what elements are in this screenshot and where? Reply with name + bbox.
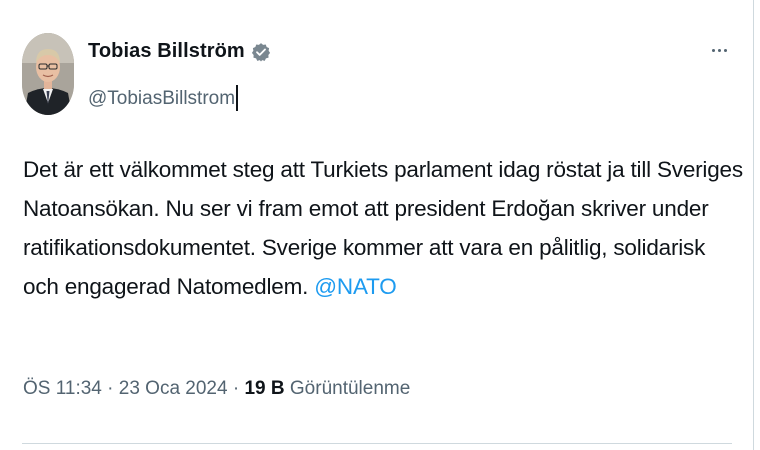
meta-separator: · xyxy=(232,378,240,399)
tweet-text: Det är ett välkommet steg att Turkiets p… xyxy=(23,150,748,306)
views-label: Görüntülenme xyxy=(289,378,411,399)
author-name-row: Tobias Billström xyxy=(88,40,271,63)
divider xyxy=(22,443,732,444)
verified-badge-icon[interactable] xyxy=(251,42,271,62)
more-dot xyxy=(717,48,721,52)
author-display-name[interactable]: Tobias Billström xyxy=(88,40,245,63)
meta-separator: · xyxy=(107,378,114,399)
views-count[interactable]: 19 B xyxy=(244,378,284,399)
avatar[interactable] xyxy=(22,33,74,115)
tweet-line: Natoansökan. Nu ser vi fram emot att pre… xyxy=(23,196,709,221)
tweet-meta: ÖS 11:34 · 23 Oca 2024 · 19 B Görüntülen… xyxy=(23,378,410,400)
tweet-line: Det är ett välkommet steg att Turkiets p… xyxy=(23,157,743,182)
more-dot xyxy=(711,48,715,52)
mention-link-nato[interactable]: @NATO xyxy=(314,274,396,299)
tweet-line: ratifikationsdokumentet. Sverige kommer … xyxy=(23,235,706,260)
avatar-portrait-icon xyxy=(22,33,74,115)
tweet-line-last: och engagerad Natomedlem. @NATO xyxy=(23,267,748,306)
tweet-time[interactable]: ÖS 11:34 xyxy=(23,378,102,399)
text-cursor xyxy=(236,85,238,111)
tweet-date[interactable]: 23 Oca 2024 xyxy=(119,378,228,399)
author-handle[interactable]: @TobiasBillstrom xyxy=(88,88,235,109)
more-options-button[interactable] xyxy=(702,38,736,62)
tweet-card: Tobias Billström @TobiasBillstrom Det är… xyxy=(0,0,754,450)
more-dot xyxy=(723,48,727,52)
author-handle-row: @TobiasBillstrom xyxy=(88,85,238,111)
tweet-line-text: och engagerad Natomedlem. xyxy=(23,274,309,299)
